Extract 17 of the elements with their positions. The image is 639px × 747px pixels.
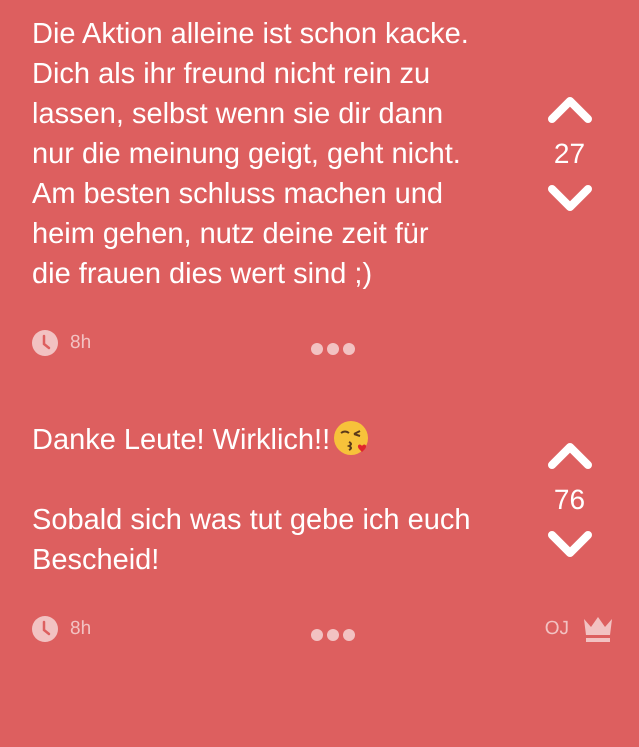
crown-icon: [583, 615, 613, 643]
clock-icon: [32, 330, 58, 356]
upvote-icon[interactable]: [546, 440, 594, 470]
vote-count: 27: [554, 138, 586, 170]
post-text: Danke Leute! Wirklich!!: [32, 420, 472, 460]
post-text: Die Aktion alleine ist schon kacke. Dich als ihr freund nicht rein zu lassen, selbst wenn sie dir dann nur die meinung geigt, geht nicht. Am besten schluss machen und heim gehen, nutz deine zeit für die frauen dies wert sind ;): [32, 17, 470, 292]
upvote-icon[interactable]: [546, 94, 594, 124]
more-options-icon[interactable]: [310, 342, 356, 356]
author-label: OJ: [544, 616, 569, 641]
clock-icon: [32, 616, 58, 642]
post-time: 8h: [70, 616, 92, 641]
downvote-icon[interactable]: [546, 184, 594, 214]
post-text: Sobald sich was tut gebe ich euch Bescheid!: [32, 503, 472, 578]
downvote-icon[interactable]: [546, 530, 594, 560]
post-time: 8h: [70, 330, 92, 355]
vote-count: 76: [554, 484, 586, 516]
more-options-icon[interactable]: [310, 628, 356, 642]
